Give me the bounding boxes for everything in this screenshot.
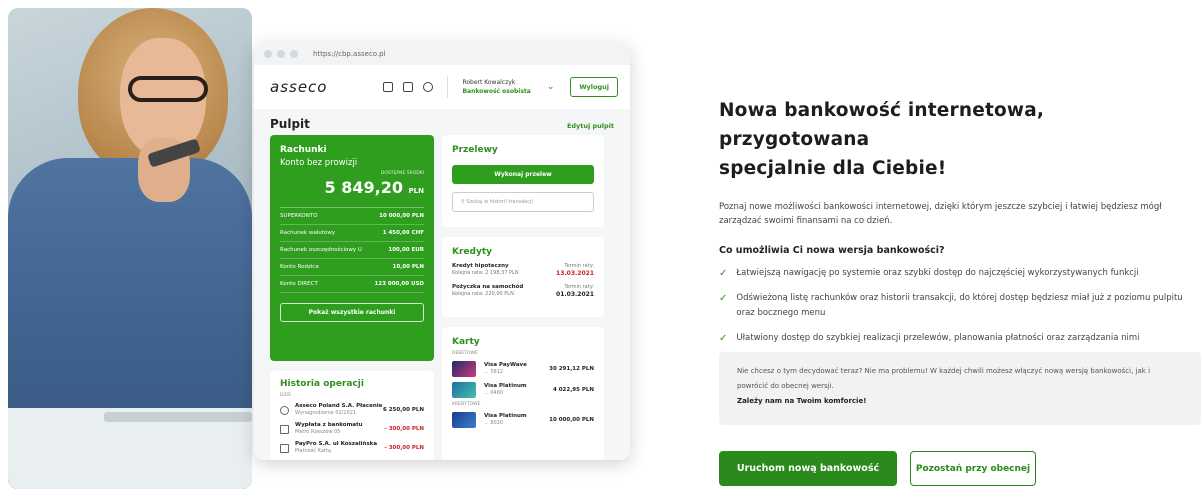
history-row: PayPro S.A. ul Koszalińska Płatność Kartą… — [280, 441, 424, 455]
card-image — [452, 361, 476, 377]
note-text: Nie chcesz o tym decydować teraz? Nie ma… — [737, 367, 1151, 390]
user-name: Robert Kowalczyk — [462, 79, 516, 86]
pulpit-row: Pulpit Edytuj pulpit — [254, 109, 630, 131]
show-all-accounts-preview: Pokaż wszystkie rachunki — [280, 303, 424, 322]
lead-text: Poznaj nowe możliwości bankowości intern… — [719, 202, 1162, 226]
card-row: Visa Platinum... 8020 10 000,00 PLN — [452, 412, 594, 428]
header-icons: Robert Kowalczyk Bankowość osobista ⌄ Wy… — [383, 76, 618, 98]
history-card: Historia operacji DZIŚ Asseco Poland S.A… — [270, 371, 434, 460]
gear-icon — [423, 82, 434, 92]
card-image — [452, 382, 476, 398]
accounts-card: Rachunki Konto bez prowizji DOSTĘPNE ŚRO… — [270, 135, 434, 361]
account-row: Konto DIRECT 123 000,00 USD — [280, 276, 424, 293]
window-dot — [264, 50, 272, 58]
available-label: DOSTĘPNE ŚRODKI — [380, 171, 424, 176]
page-title: Nowa bankowość internetowa, przygotowana… — [719, 100, 1045, 179]
content-panel: Nowa bankowość internetowa, przygotowana… — [719, 96, 1194, 356]
feature-item: ✓ Łatwiejszą nawigację po systemie oraz s… — [719, 268, 1139, 279]
history-day: DZIŚ — [280, 393, 291, 398]
check-icon: ✓ — [719, 293, 728, 304]
app-header: asseco Robert Kowalczyk Bankowość osobis… — [254, 65, 630, 109]
account-balance: 5 849,20 PLN — [324, 178, 424, 197]
info-note: Nie chcesz o tym decydować teraz? Nie ma… — [719, 352, 1201, 425]
photo-glasses — [128, 76, 208, 102]
plus-circle-icon — [280, 405, 289, 415]
loans-title: Kredyty — [452, 247, 492, 257]
loan-row: Pożyczka na samochód Kolejna rata: 220,00… — [452, 284, 594, 298]
feature-item: ✓ Ułatwiony dostęp do szybkiej realizacji… — [719, 333, 1140, 344]
account-row: SUPERKONTO 10 000,00 PLN — [280, 208, 424, 225]
card-payment-icon — [280, 443, 289, 453]
feature-item: ✓ Odświeżoną listę rachunków oraz histori… — [719, 291, 1194, 321]
asseco-logo: asseco — [270, 78, 328, 96]
note-emphasis: Zależy nam na Twoim komforcie! — [737, 397, 867, 405]
search-icon: ⚲ — [461, 199, 465, 205]
photo-laptop — [104, 412, 252, 422]
check-icon: ✓ — [719, 333, 728, 344]
user-role: Bankowość osobista — [462, 88, 531, 95]
account-row: Rachunek walutowy 1 450,00 CHF — [280, 225, 424, 242]
chevron-down-icon: ⌄ — [546, 82, 555, 92]
browser-url: https://cbp.asseco.pl — [313, 50, 386, 58]
history-title: Historia operacji — [280, 379, 364, 389]
accounts-list: SUPERKONTO 10 000,00 PLN Rachunek walutow… — [280, 207, 424, 293]
mail-icon — [403, 82, 414, 92]
features-heading: Co umożliwia Ci nowa wersja bankowości? — [719, 245, 945, 256]
transfers-title: Przelewy — [452, 145, 498, 155]
loans-card: Kredyty Kredyt hipoteczny Kolejna rata: 2… — [442, 237, 604, 317]
balance-currency: PLN — [408, 187, 424, 195]
search-transactions-preview: ⚲ Szukaj w historii transakcji — [452, 192, 594, 212]
check-icon: ✓ — [719, 268, 728, 279]
app-preview: asseco Robert Kowalczyk Bankowość osobis… — [254, 65, 630, 460]
account-row: Rachunek oszczędnościowy U 100,00 EUR — [280, 242, 424, 259]
launch-new-banking-button[interactable]: Uruchom nową bankowość — [719, 451, 897, 486]
cards-card: Karty DEBETOWE Visa PayWave... 5812 30 2… — [442, 327, 604, 460]
user-box: Robert Kowalczyk Bankowość osobista — [462, 78, 530, 96]
header-divider — [447, 76, 449, 98]
window-dot — [277, 50, 285, 58]
logout-button-preview: Wyloguj — [570, 77, 618, 97]
make-transfer-preview: Wykonaj przelew — [452, 165, 594, 184]
cart-icon — [383, 82, 394, 92]
loan-row: Kredyt hipoteczny Kolejna rata: 2 198,37 … — [452, 263, 594, 277]
atm-icon — [280, 424, 289, 434]
browser-mockup: https://cbp.asseco.pl asseco Robert Kowa… — [254, 43, 630, 460]
card-image — [452, 412, 476, 428]
history-row: Wypłata z bankomatu Metro Rzeszów 05 - 30… — [280, 422, 424, 436]
pulpit-title: Pulpit — [270, 117, 310, 131]
history-row: Asseco Poland S.A. Płacenie Wynagrodzenie… — [280, 403, 424, 417]
browser-bar: https://cbp.asseco.pl — [254, 43, 630, 65]
debit-label: DEBETOWE — [452, 351, 478, 356]
window-dot — [290, 50, 298, 58]
credit-label: KREDYTOWE — [452, 402, 481, 407]
features-list: ✓ Łatwiejszą nawigację po systemie oraz s… — [719, 266, 1194, 346]
card-row: Visa PayWave... 5812 30 291,12 PLN — [452, 361, 594, 377]
edit-pulpit-link: Edytuj pulpit — [566, 122, 614, 130]
stay-with-current-button[interactable]: Pozostań przy obecnej — [910, 451, 1036, 486]
accounts-title: Rachunki — [280, 145, 327, 155]
cards-title: Karty — [452, 337, 480, 347]
transfers-card: Przelewy Wykonaj przelew ⚲ Szukaj w hist… — [442, 135, 604, 227]
card-row: Visa Platinum... 0460 4 022,95 PLN — [452, 382, 594, 398]
hero-photo — [8, 8, 252, 489]
account-row: Konto Rodzica 10,00 PLN — [280, 259, 424, 276]
account-name: Konto bez prowizji — [280, 158, 358, 168]
